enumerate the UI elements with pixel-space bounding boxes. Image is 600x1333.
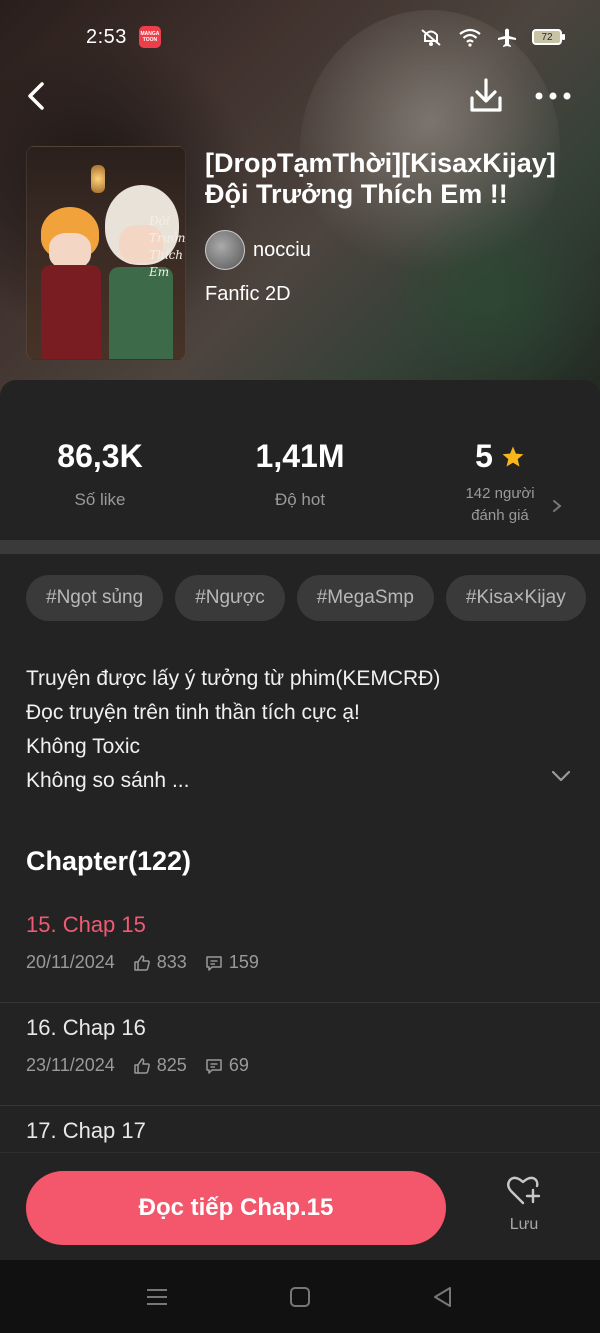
chevron-right-icon[interactable] (550, 498, 564, 514)
author-name: nocciu (253, 238, 311, 261)
cover-character (49, 233, 91, 269)
chapter-likes: 833 (156, 952, 187, 972)
save-label: Lưu (509, 1216, 539, 1233)
tag-chip[interactable]: #Ngược (175, 575, 285, 621)
stats-row: 86,3K Số like 1,41M Độ hot 5 142 người đ… (0, 380, 600, 540)
battery-icon: 72 (532, 29, 565, 45)
wifi-icon (459, 28, 481, 47)
avatar (205, 230, 245, 270)
system-nav-bar (0, 1260, 600, 1333)
chapter-likes: 825 (156, 1055, 187, 1075)
cover-image: Đội Trưởng Thích Em (26, 146, 186, 360)
author-link[interactable]: nocciu (205, 230, 311, 270)
chapter-comments: 159 (228, 952, 259, 972)
chapter-name: 15. Chap 15 (26, 912, 146, 937)
rating-count-label: 142 người (465, 485, 535, 502)
airplane-mode-icon (498, 28, 516, 47)
save-button[interactable]: Lưu (488, 1175, 560, 1245)
rating-count-label-2: đánh giá (471, 507, 529, 524)
chevron-down-icon[interactable] (548, 766, 574, 786)
mute-vibrate-icon (421, 29, 441, 46)
hot-value: 1,41M (255, 438, 345, 474)
back-nav-icon[interactable] (430, 1284, 456, 1310)
chapter-name: 16. Chap 16 (26, 1015, 146, 1040)
chapter-comments: 69 (228, 1055, 249, 1075)
stat-hot: 1,41M Độ hot (200, 438, 400, 511)
menu-nav-icon[interactable] (144, 1284, 170, 1310)
description-line: Không Toxic (26, 735, 141, 758)
battery-level: 72 (541, 31, 553, 43)
genre-label: Fanfic 2D (205, 283, 291, 305)
description-line: Đọc truyện trên tinh thần tích cực ạ! (26, 701, 360, 724)
chapter-row[interactable]: 16. Chap 16 23/11/2024 825 69 (0, 1003, 600, 1106)
chapter-date: 23/11/2024 (26, 1055, 115, 1075)
top-bar (0, 74, 600, 120)
likes-value: 86,3K (57, 438, 143, 474)
status-icons: 72 (418, 26, 565, 48)
chapter-heading: Chapter(122) (26, 846, 192, 876)
chapter-row[interactable]: 15. Chap 15 20/11/2024 833 159 (0, 900, 600, 1003)
download-icon[interactable] (468, 76, 504, 114)
back-icon[interactable] (22, 78, 54, 114)
rating-value: 5 (475, 438, 493, 474)
likes-label: Số like (74, 490, 126, 509)
chapter-date: 20/11/2024 (26, 952, 115, 972)
description[interactable]: Truyện được lấy ý tưởng từ phim(KEMCRĐ) … (26, 662, 546, 798)
hot-label: Độ hot (274, 490, 326, 509)
tag-chip[interactable]: #Kisa×Kijay (445, 575, 586, 621)
section-divider (0, 540, 600, 554)
comic-title: [DropTạmThời][KisaxKijay] Đội Trưởng Thí… (205, 148, 556, 209)
details-sheet: 86,3K Số like 1,41M Độ hot 5 142 người đ… (0, 380, 600, 1260)
description-line: Không so sánh ... (26, 769, 190, 792)
tag-chip[interactable]: #Ngọt sủng (26, 575, 164, 621)
cover-character (41, 265, 101, 359)
status-bar: 2:53 MANGA TOON 72 (0, 0, 600, 74)
continue-reading-button[interactable]: Đọc tiếp Chap.15 (26, 1171, 446, 1245)
home-nav-icon[interactable] (287, 1284, 313, 1310)
heart-plus-icon (507, 1176, 541, 1205)
bottom-action-bar: Đọc tiếp Chap.15 Lưu (0, 1152, 600, 1260)
star-icon (502, 446, 524, 467)
thumbs-up-icon (134, 1057, 150, 1074)
tag-list: #Ngọt sủng #Ngược #MegaSmp #Kisa×Kijay (26, 575, 586, 621)
chapter-name: 17. Chap 17 (26, 1118, 146, 1143)
app-notification-icon: MANGA TOON (138, 26, 161, 48)
stat-likes: 86,3K Số like (0, 438, 200, 511)
description-line: Truyện được lấy ý tưởng từ phim(KEMCRĐ) (26, 667, 441, 690)
cover-title-text: Đội Trưởng Thích Em (149, 214, 186, 279)
comment-icon (206, 1058, 222, 1074)
cover-lamp (91, 165, 105, 193)
stat-rating[interactable]: 5 142 người đánh giá (400, 438, 600, 527)
status-time: 2:53 (86, 25, 127, 48)
comment-icon (206, 955, 222, 971)
more-options-icon[interactable] (532, 82, 574, 110)
tag-chip[interactable]: #MegaSmp (296, 575, 434, 621)
thumbs-up-icon (134, 954, 150, 971)
